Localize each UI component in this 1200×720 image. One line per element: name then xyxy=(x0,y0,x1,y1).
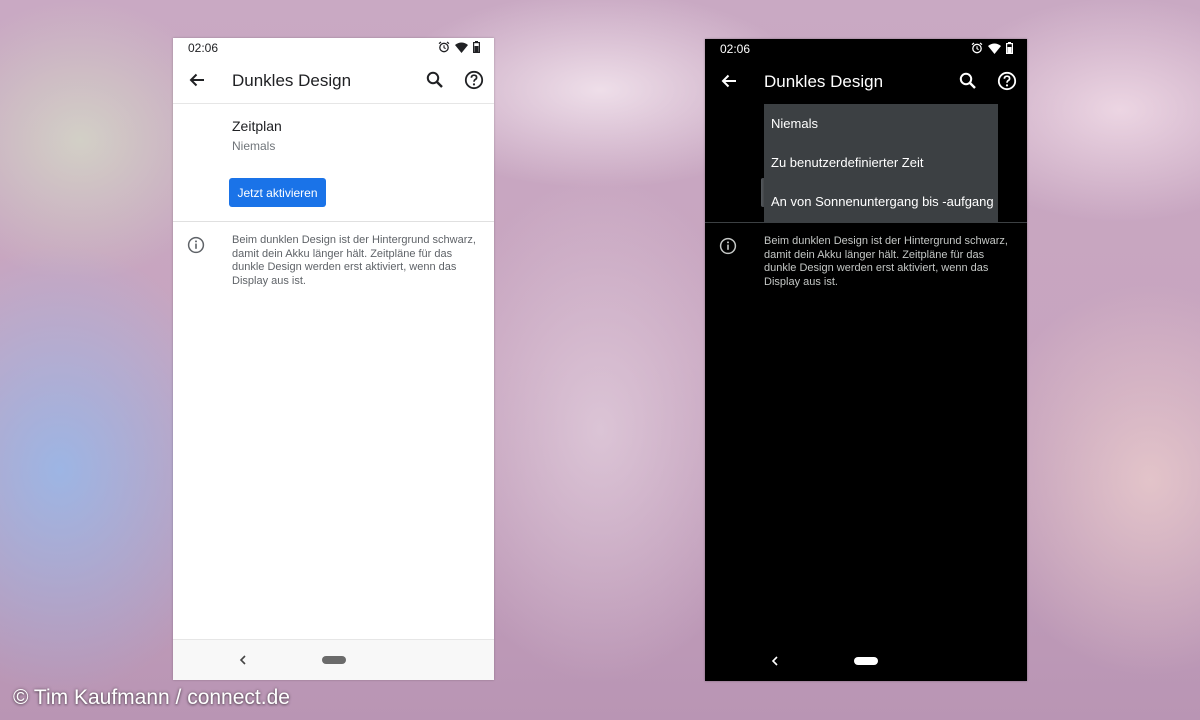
navigation-bar xyxy=(705,641,1027,681)
back-arrow-icon[interactable] xyxy=(719,71,739,91)
home-pill[interactable] xyxy=(854,657,878,665)
info-icon xyxy=(187,236,205,254)
back-arrow-icon[interactable] xyxy=(187,70,207,90)
wifi-icon xyxy=(988,43,1001,54)
dropdown-option-sunset-sunrise[interactable]: An von Sonnenuntergang bis -aufgang xyxy=(764,182,998,221)
status-icons xyxy=(971,42,1013,54)
dropdown-option-custom-time[interactable]: Zu benutzerdefinierter Zeit xyxy=(764,143,998,182)
page-title: Dunkles Design xyxy=(232,71,352,90)
navigation-bar xyxy=(173,639,494,680)
photo-credit: © Tim Kaufmann / connect.de xyxy=(13,686,290,709)
status-bar: 02:06 xyxy=(173,38,494,58)
nav-back-icon[interactable] xyxy=(769,653,781,669)
alarm-icon xyxy=(971,42,983,54)
dark-phone-screen: 02:06 Dunkles Design Niemals Zu benutzer… xyxy=(705,39,1027,681)
divider xyxy=(705,222,1027,223)
dropdown-option-never[interactable]: Niemals xyxy=(764,104,998,143)
alarm-icon xyxy=(438,41,450,53)
info-text: Beim dunklen Design ist der Hintergrund … xyxy=(764,235,1008,288)
status-bar: 02:06 xyxy=(705,39,1027,59)
nav-back-icon[interactable] xyxy=(237,652,249,668)
search-icon[interactable] xyxy=(958,71,978,91)
battery-icon xyxy=(473,41,480,53)
search-icon[interactable] xyxy=(425,70,445,90)
light-phone-screen: 02:06 Dunkles Design Zeitplan Niemals Je… xyxy=(173,38,494,680)
schedule-summary: Niemals xyxy=(232,139,276,153)
schedule-preference[interactable]: Zeitplan Niemals xyxy=(232,118,282,153)
info-icon xyxy=(719,237,737,255)
status-icons xyxy=(438,41,480,53)
schedule-title: Zeitplan xyxy=(232,118,282,134)
activate-now-button[interactable]: Jetzt aktivieren xyxy=(229,178,326,207)
divider xyxy=(173,221,494,222)
schedule-dropdown-menu: Niemals Zu benutzerdefinierter Zeit An v… xyxy=(764,104,998,222)
info-text: Beim dunklen Design ist der Hintergrund … xyxy=(232,234,476,287)
help-icon[interactable] xyxy=(997,71,1017,91)
help-icon[interactable] xyxy=(464,70,484,90)
app-toolbar: Dunkles Design xyxy=(173,58,494,104)
wifi-icon xyxy=(455,42,468,53)
status-time: 02:06 xyxy=(188,41,219,55)
home-pill[interactable] xyxy=(322,656,346,664)
app-toolbar: Dunkles Design xyxy=(705,59,1027,104)
status-time: 02:06 xyxy=(720,42,751,56)
page-title: Dunkles Design xyxy=(764,72,884,91)
battery-icon xyxy=(1006,42,1013,54)
